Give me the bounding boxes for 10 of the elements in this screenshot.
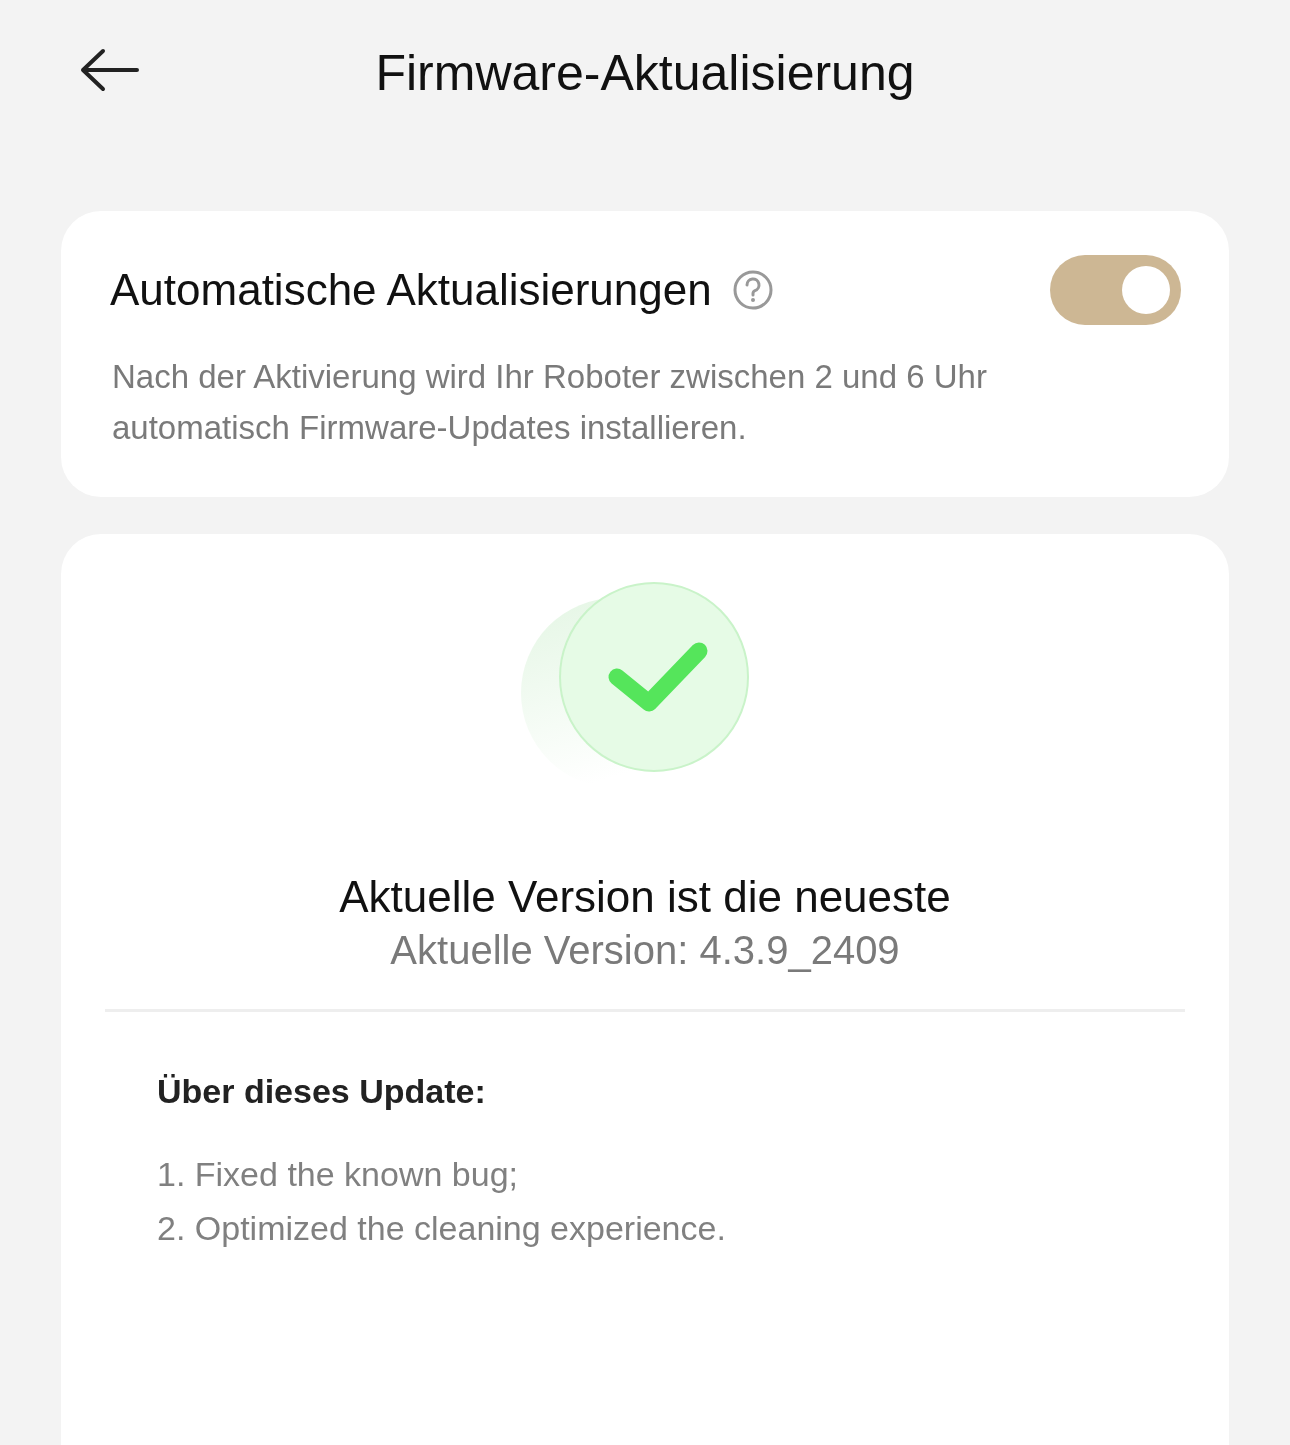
setting-title: Automatische Aktualisierungen: [110, 265, 712, 315]
note-item: 1. Fixed the known bug;: [157, 1154, 519, 1195]
note-item: 2. Optimized the cleaning experience.: [157, 1208, 727, 1249]
back-button[interactable]: [79, 48, 139, 92]
version-text: Aktuelle Version: 4.3.9_2409: [389, 928, 901, 973]
help-icon[interactable]: [731, 269, 774, 311]
page-title: Firmware-Aktualisierung: [375, 43, 915, 102]
status-title: Aktuelle Version ist die neueste: [338, 872, 952, 922]
setting-description: Nach der Aktivierung wird Ihr Roboter zwischen 2 und 6 Uhr automatisch Firmware-Updates installieren.: [112, 357, 988, 448]
notes-heading: Über dieses Update:: [157, 1072, 487, 1111]
